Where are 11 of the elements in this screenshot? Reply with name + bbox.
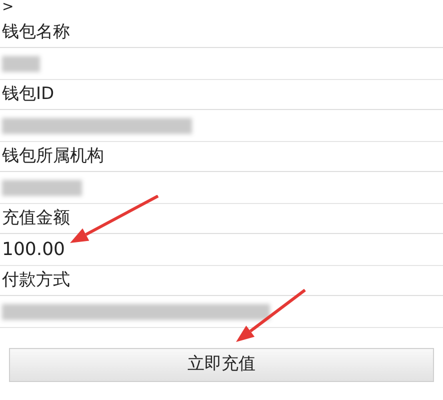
annotation-arrow-icon — [235, 289, 306, 343]
redacted-value — [2, 56, 40, 72]
back-chevron[interactable]: > — [0, 0, 16, 18]
field-label: 钱包名称 — [1, 20, 71, 44]
field-label: 钱包所属机构 — [1, 144, 105, 168]
annotation-arrow-icon — [69, 195, 159, 244]
amount-value: 100.00 — [1, 238, 66, 262]
field-label: 付款方式 — [1, 268, 71, 292]
field-label: 钱包ID — [1, 82, 56, 106]
recharge-button[interactable]: 立即充值 — [9, 348, 434, 382]
field-label: 充值金额 — [1, 206, 71, 230]
